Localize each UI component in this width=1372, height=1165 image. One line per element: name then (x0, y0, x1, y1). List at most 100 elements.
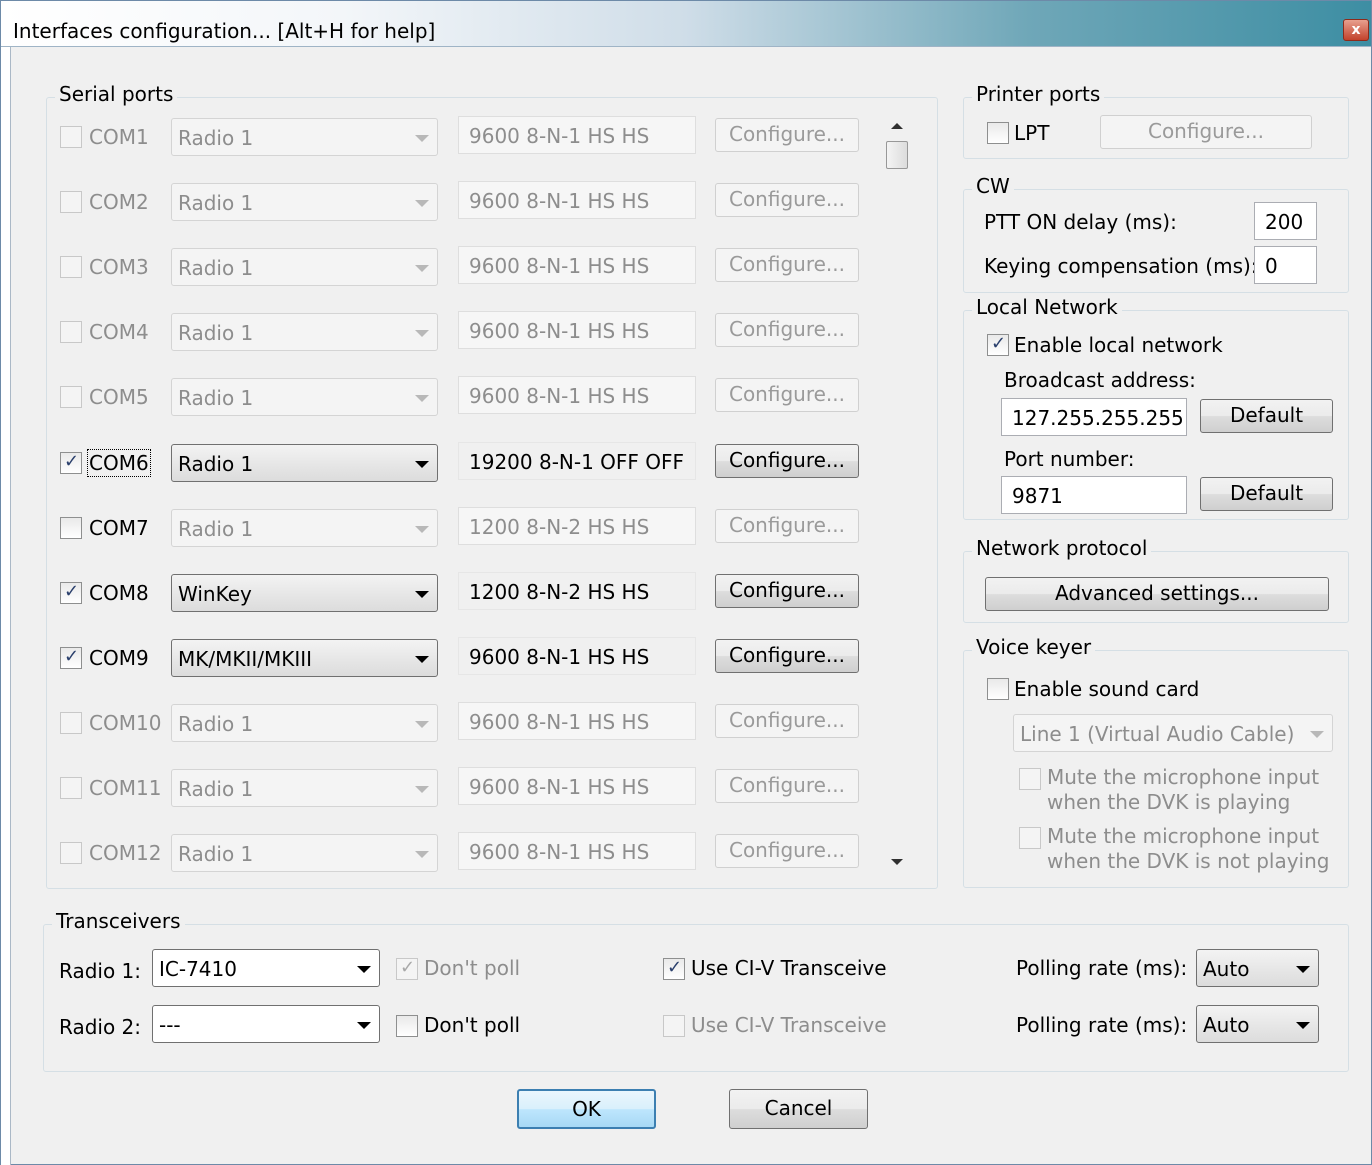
title-bar: Interfaces configuration... [Alt+H for h… (1, 1, 1371, 47)
com-port-device-select[interactable]: Radio 1 (171, 118, 438, 156)
voice-keyer-label: Voice keyer (972, 635, 1096, 659)
chevron-down-icon (1296, 966, 1310, 973)
com-port-checkbox[interactable] (60, 646, 82, 669)
com-port-checkbox[interactable] (60, 191, 82, 213)
com-port-checkbox[interactable] (60, 842, 82, 864)
close-button[interactable]: x (1343, 19, 1369, 41)
broadcast-default-button[interactable]: Default (1200, 399, 1333, 433)
mute-when-not-playing-label-line2: when the DVK is not playing (1047, 849, 1330, 873)
com-port-device-select[interactable]: Radio 1 (171, 704, 438, 742)
com-port-checkbox[interactable] (60, 126, 82, 148)
broadcast-address-input[interactable]: 127.255.255.255 (1001, 398, 1187, 436)
ok-button[interactable]: OK (517, 1089, 656, 1129)
com-port-settings: 9600 8-N-1 HS HS (458, 181, 696, 219)
radio2-civ-transceive-checkbox[interactable] (663, 1015, 685, 1037)
com-port-configure-button[interactable]: Configure... (715, 509, 859, 543)
com-port-checkbox[interactable] (60, 386, 82, 408)
com-port-checkbox[interactable] (60, 581, 82, 604)
com-port-configure-button[interactable]: Configure... (715, 444, 859, 478)
interfaces-configuration-window: Interfaces configuration... [Alt+H for h… (0, 0, 1372, 1165)
com-port-checkbox[interactable] (60, 321, 82, 343)
com-port-device-select[interactable]: Radio 1 (171, 834, 438, 872)
com-port-device-select[interactable]: Radio 1 (171, 444, 438, 482)
com-port-settings-value: 9600 8-N-1 HS HS (469, 710, 650, 734)
com-port-configure-button[interactable]: Configure... (715, 834, 859, 868)
com-port-device-select[interactable]: Radio 1 (171, 509, 438, 547)
com-port-device-value: Radio 1 (178, 321, 254, 345)
com-port-configure-button[interactable]: Configure... (715, 769, 859, 803)
enable-local-network-checkbox[interactable] (987, 333, 1009, 356)
broadcast-address-label: Broadcast address: (1004, 368, 1196, 392)
com-port-configure-button[interactable]: Configure... (715, 248, 859, 282)
scroll-thumb[interactable] (886, 141, 908, 169)
com-port-checkbox[interactable] (60, 517, 82, 539)
com-port-settings-value: 9600 8-N-1 HS HS (469, 384, 650, 408)
lpt-configure-button[interactable]: Configure... (1100, 115, 1312, 149)
mute-when-playing-checkbox[interactable] (1019, 768, 1041, 790)
com-port-device-select[interactable]: Radio 1 (171, 313, 438, 351)
com-port-label: COM6 (87, 449, 151, 477)
mute-when-not-playing-checkbox[interactable] (1019, 827, 1041, 849)
radio2-select[interactable]: --- (152, 1005, 380, 1043)
com-port-configure-button[interactable]: Configure... (715, 313, 859, 347)
com-port-configure-button[interactable]: Configure... (715, 378, 859, 412)
keying-compensation-label: Keying compensation (ms): (984, 254, 1258, 278)
radio1-polling-rate-select[interactable]: Auto (1196, 949, 1319, 987)
local-network-label: Local Network (972, 295, 1122, 319)
port-default-button[interactable]: Default (1200, 477, 1333, 511)
com-port-device-select[interactable]: Radio 1 (171, 248, 438, 286)
lpt-checkbox[interactable] (987, 122, 1009, 144)
com-port-checkbox[interactable] (60, 451, 82, 474)
com-port-settings: 9600 8-N-1 HS HS (458, 767, 696, 805)
com-port-label: COM11 (89, 776, 162, 800)
scroll-up-arrow-icon[interactable] (891, 123, 903, 129)
com-port-settings: 9600 8-N-1 HS HS (458, 376, 696, 414)
com-port-checkbox[interactable] (60, 256, 82, 278)
mute-when-playing-label-line2: when the DVK is playing (1047, 790, 1291, 814)
radio1-polling-rate-label: Polling rate (ms): (1016, 956, 1188, 980)
radio2-dont-poll-checkbox[interactable] (396, 1015, 418, 1037)
com-port-checkbox[interactable] (60, 712, 82, 734)
port-number-input[interactable]: 9871 (1001, 476, 1187, 514)
chevron-down-icon (357, 1022, 371, 1029)
com-port-configure-button[interactable]: Configure... (715, 183, 859, 217)
com-port-settings: 9600 8-N-1 HS HS (458, 702, 696, 740)
com-port-checkbox[interactable] (60, 777, 82, 799)
keying-compensation-input[interactable]: 0 (1254, 246, 1317, 284)
com-port-device-select[interactable]: MK/MKII/MKIII (171, 639, 438, 677)
com-port-configure-button[interactable]: Configure... (715, 704, 859, 738)
radio1-civ-transceive-label: Use CI-V Transceive (691, 956, 887, 980)
com-port-label: COM8 (89, 581, 149, 605)
com-port-device-select[interactable]: Radio 1 (171, 769, 438, 807)
sound-card-select[interactable]: Line 1 (Virtual Audio Cable) (1013, 714, 1333, 752)
advanced-settings-button[interactable]: Advanced settings... (985, 577, 1329, 611)
printer-ports-label: Printer ports (972, 82, 1105, 106)
network-protocol-label: Network protocol (972, 536, 1152, 560)
ptt-delay-input[interactable]: 200 (1254, 202, 1317, 240)
radio1-select[interactable]: IC-7410 (152, 949, 380, 987)
com-port-device-select[interactable]: WinKey (171, 574, 438, 612)
scroll-down-arrow-icon[interactable] (891, 859, 903, 865)
serial-ports-scrollbar[interactable] (886, 119, 908, 869)
com-port-configure-button[interactable]: Configure... (715, 118, 859, 152)
radio1-dont-poll-checkbox[interactable] (396, 957, 418, 980)
com-port-configure-button[interactable]: Configure... (715, 639, 859, 673)
radio2-polling-rate-select[interactable]: Auto (1196, 1005, 1319, 1043)
serial-ports-label: Serial ports (55, 82, 178, 106)
radio2-civ-transceive-label: Use CI-V Transceive (691, 1013, 887, 1037)
com-port-label: COM7 (89, 516, 149, 540)
window-title: Interfaces configuration... [Alt+H for h… (13, 19, 436, 43)
com-port-device-select[interactable]: Radio 1 (171, 183, 438, 221)
com-port-configure-button[interactable]: Configure... (715, 574, 859, 608)
port-number-label: Port number: (1004, 447, 1135, 471)
chevron-down-icon (415, 526, 429, 533)
com-port-settings-value: 9600 8-N-1 HS HS (469, 775, 650, 799)
radio2-label: Radio 2: (59, 1015, 142, 1039)
chevron-down-icon (415, 200, 429, 207)
com-port-label: COM2 (89, 190, 149, 214)
cancel-button[interactable]: Cancel (729, 1089, 868, 1129)
com-port-label: COM4 (89, 320, 149, 344)
enable-sound-card-checkbox[interactable] (987, 678, 1009, 700)
com-port-device-select[interactable]: Radio 1 (171, 378, 438, 416)
radio1-civ-transceive-checkbox[interactable] (663, 957, 685, 980)
